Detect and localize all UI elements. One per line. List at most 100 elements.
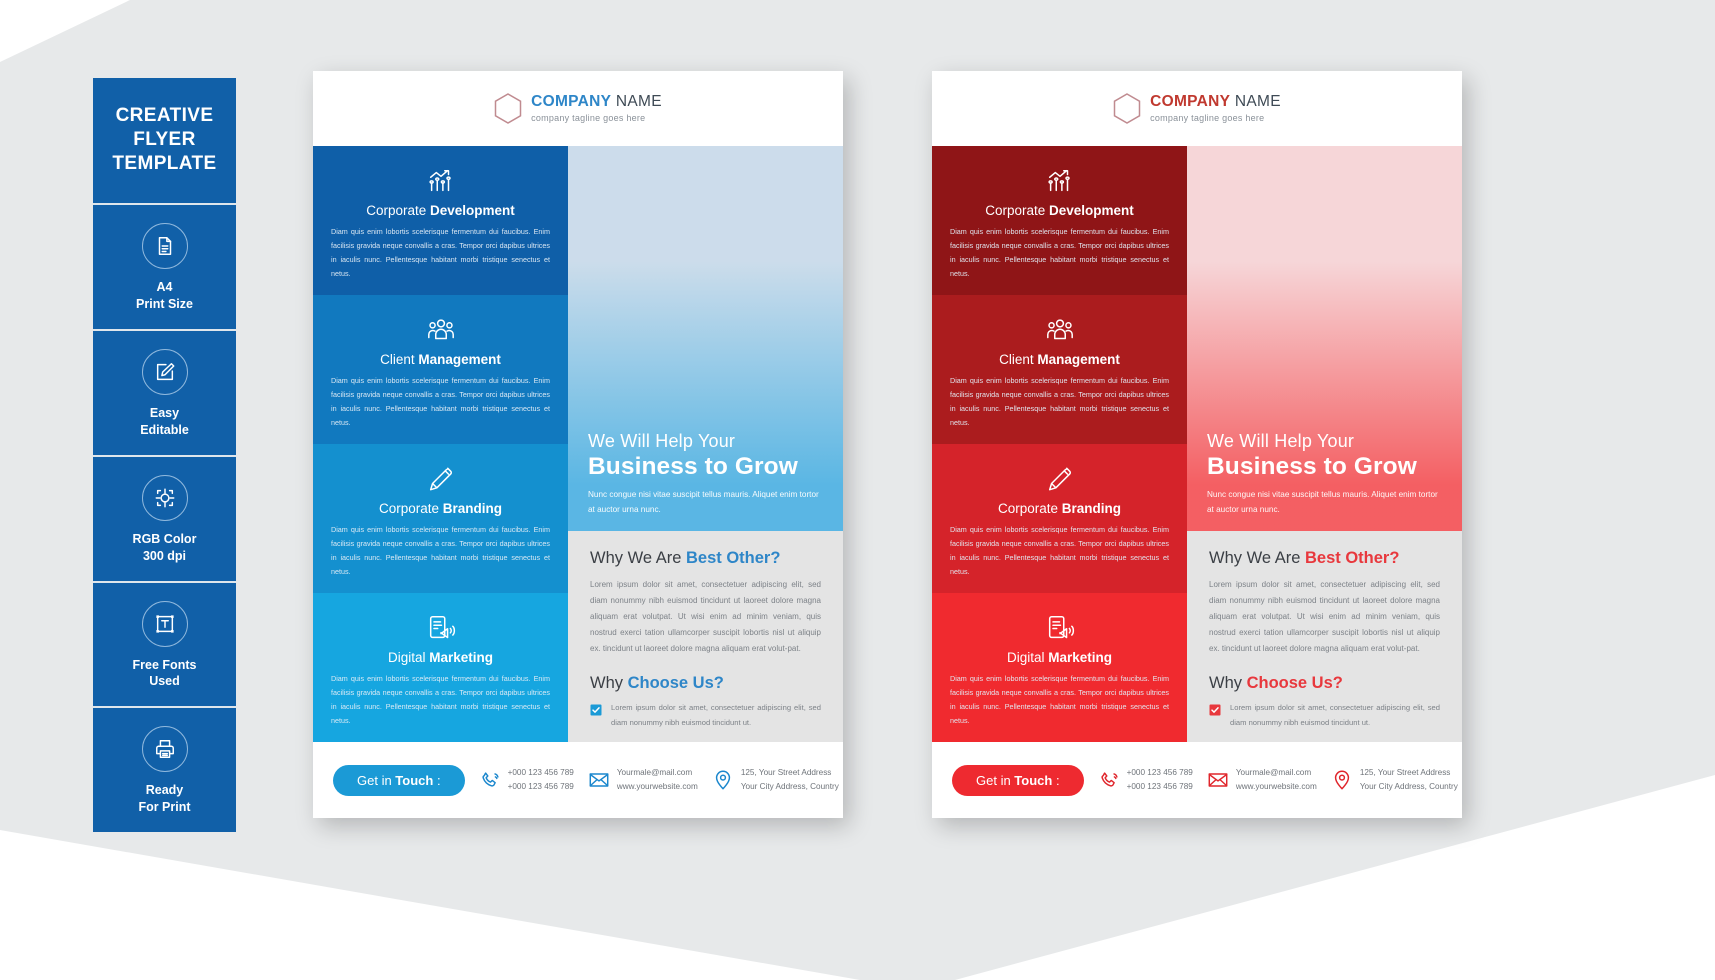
service-card-3[interactable]: Corporate Branding Diam quis enim lobort… [313,444,568,593]
phone-icon [1098,769,1120,791]
hero-line-2: Business to Grow [588,453,798,481]
pencil-icon [1045,464,1075,494]
flyer-header: COMPANY NAME company tagline goes here [932,71,1462,146]
phone-number-1: +000 123 456 789 [1126,767,1193,777]
printer-icon [141,726,188,773]
panel-heading-why-best: Why We Are Best Other? [1209,549,1400,567]
flyer-footer: Get in Touch : +000 123 456 789 +000 123 … [313,742,843,818]
panel-heading-why-choose: Why Choose Us? [590,674,724,692]
content-panel: Why We Are Best Other? Lorem ipsum dolor… [568,531,843,802]
get-in-touch-button[interactable]: Get in Touch : [952,764,1084,796]
crosshair-move-icon [141,474,188,521]
flyer-footer: Get in Touch : +000 123 456 789 +000 123 … [932,742,1462,818]
panel-paragraph: Lorem ipsum dolor sit amet, consectetuer… [590,580,821,653]
company-tagline: company tagline goes here [1150,112,1265,123]
sidebar-feature-easy[interactable]: Easy Editable [93,329,236,455]
contact-address[interactable]: 125, Your Street Address Your City Addres… [712,766,839,795]
service-card-2[interactable]: Client Management Diam quis enim loborti… [932,295,1187,444]
hero-line-1: We Will Help Your [1207,431,1355,452]
mail-icon [1207,769,1229,791]
hero-image: We Will Help Your Business to Grow Nunc … [1187,146,1462,531]
sidebar-feature-rgb-color[interactable]: RGB Color 300 dpi [93,454,236,581]
service-title: Client Management [380,351,501,367]
contact-address[interactable]: 125, Your Street Address Your City Addres… [1331,766,1458,795]
service-title: Corporate Branding [378,500,503,516]
contact-phone[interactable]: +000 123 456 789 +000 123 456 789 [1098,766,1193,795]
content-panel: Why We Are Best Other? Lorem ipsum dolor… [1187,531,1462,802]
mail-icon [588,769,610,791]
growth-chart-icon [1045,166,1075,196]
sidebar-feature-free-fonts[interactable]: Free Fonts Used [93,580,236,707]
digital-marketing-icon [426,613,456,643]
service-card-2[interactable]: Client Management Diam quis enim loborti… [313,295,568,444]
service-description: Diam quis enim lobortis scelerisque ferm… [331,375,550,428]
service-description: Diam quis enim lobortis scelerisque ferm… [331,673,550,726]
service-description: Diam quis enim lobortis scelerisque ferm… [950,226,1169,279]
text-box-icon [141,600,188,647]
get-in-touch-button[interactable]: Get in Touch : [333,764,465,796]
location-pin-icon [1331,769,1353,791]
service-card-3[interactable]: Corporate Branding Diam quis enim lobort… [932,444,1187,593]
contact-email[interactable]: Yourmale@mail.com www.yourwebsite.com [1207,766,1317,795]
hexagon-logo-icon [1113,93,1141,124]
flyer-header: COMPANY NAME company tagline goes here [313,71,843,146]
sidebar-feature-line1: Free Fonts [132,657,197,672]
background-diagonal-bottom-left [0,830,860,980]
hero-image: We Will Help Your Business to Grow Nunc … [568,146,843,531]
service-card-4[interactable]: Digital Marketing Diam quis enim loborti… [313,593,568,742]
checklist-item: Lorem ipsum dolor sit amet, consectetuer… [1209,701,1440,731]
address-line-2: Your City Address, Country [740,782,839,791]
people-group-icon [426,315,456,345]
sidebar-feature-line1: A4 [156,280,173,295]
service-description: Diam quis enim lobortis scelerisque ferm… [950,673,1169,726]
pencil-edit-icon [141,349,188,395]
service-title: Client Management [999,351,1120,367]
service-title: Corporate Development [366,202,515,218]
location-pin-icon [712,769,734,791]
people-group-icon [1045,315,1075,345]
email-address: Yourmale@mail.com [616,767,693,777]
service-description: Diam quis enim lobortis scelerisque ferm… [950,375,1169,428]
sidebar-title: CREATIVE FLYER TEMPLATE [93,78,236,204]
sidebar-title-line: FLYER [133,128,196,150]
sidebar-feature-line2: 300 dpi [142,548,187,563]
hero-caption: Nunc congue nisi vitae suscipit tellus m… [588,490,819,514]
contact-phone[interactable]: +000 123 456 789 +000 123 456 789 [479,766,574,795]
hero-line-1: We Will Help Your [588,431,736,452]
service-title: Corporate Development [985,202,1134,218]
company-logo[interactable]: COMPANY NAME company tagline goes here [494,93,662,124]
sidebar-feature-ready[interactable]: Ready For Print [93,706,236,832]
contact-email[interactable]: Yourmale@mail.com www.yourwebsite.com [588,766,698,795]
check-box-icon[interactable] [590,704,602,716]
hero-caption: Nunc congue nisi vitae suscipit tellus m… [1207,490,1438,514]
digital-marketing-icon [1045,613,1075,643]
panel-heading-why-choose: Why Choose Us? [1209,674,1343,692]
website-url: www.yourwebsite.com [1235,782,1317,791]
service-title: Corporate Branding [997,500,1122,516]
phone-number-2: +000 123 456 789 [507,782,574,791]
flyer-red-variant: COMPANY NAME company tagline goes here C… [932,71,1462,818]
flyer-blue-variant: COMPANY NAME company tagline goes here C… [313,71,843,818]
service-title: Digital Marketing [387,649,494,665]
document-icon [141,223,188,270]
company-name: COMPANY NAME [531,93,662,111]
company-logo[interactable]: COMPANY NAME company tagline goes here [1113,93,1281,124]
service-card-1[interactable]: Corporate Development Diam quis enim lob… [313,146,568,295]
sidebar-feature-a4[interactable]: A4 Print Size [93,203,236,329]
address-line-1: 125, Your Street Address [1359,767,1451,777]
hero-line-2: Business to Grow [1207,453,1417,481]
panel-paragraph: Lorem ipsum dolor sit amet, consectetuer… [1209,580,1440,653]
service-card-4[interactable]: Digital Marketing Diam quis enim loborti… [932,593,1187,742]
check-box-icon[interactable] [1209,704,1221,716]
sidebar-feature-line2: Used [149,674,180,689]
services-column: Corporate Development Diam quis enim lob… [313,146,568,742]
phone-number-2: +000 123 456 789 [1126,782,1193,791]
checklist-item: Lorem ipsum dolor sit amet, consectetuer… [590,701,821,731]
background-corner-top-left [0,0,130,62]
service-card-1[interactable]: Corporate Development Diam quis enim lob… [932,146,1187,295]
company-tagline: company tagline goes here [531,112,646,123]
address-line-2: Your City Address, Country [1359,782,1458,791]
hexagon-logo-icon [494,93,522,124]
growth-chart-icon [426,166,456,196]
service-description: Diam quis enim lobortis scelerisque ferm… [331,524,550,577]
